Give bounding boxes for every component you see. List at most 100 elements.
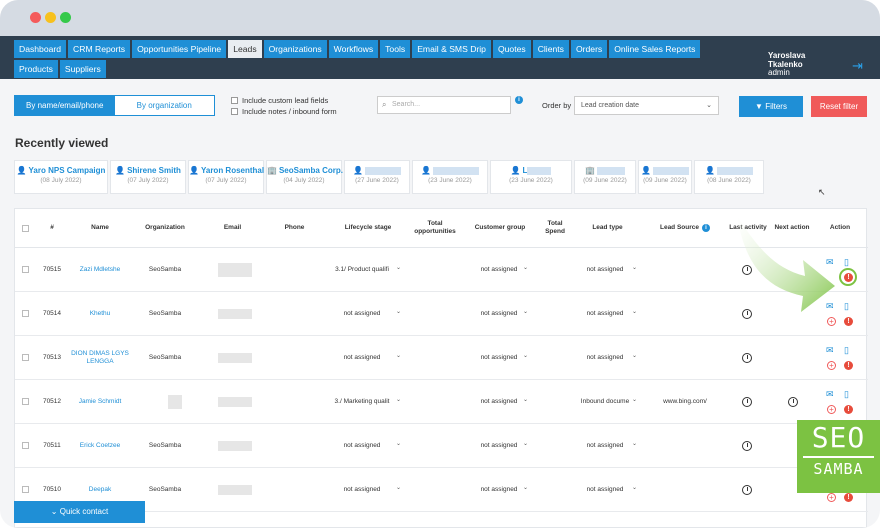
lead-customer-group-select[interactable]: not assigned — [470, 424, 528, 467]
alert-icon[interactable]: ! — [844, 317, 853, 326]
include-custom-fields-checkbox[interactable]: Include custom lead fields — [231, 96, 328, 105]
phone-icon[interactable]: ▯ — [844, 301, 849, 311]
header-lifecycle[interactable]: Lifecycle stage — [333, 209, 403, 247]
phone-icon[interactable]: ▯ — [844, 389, 849, 399]
nav-item-suppliers[interactable]: Suppliers — [59, 60, 106, 78]
recently-viewed-card[interactable]: 👤 Yaro NPS Campaign (08 July 2022) — [14, 160, 108, 194]
toggle-by-name[interactable]: By name/email/phone — [15, 96, 115, 115]
recently-viewed-card[interactable]: 👤 Shirene Smith (07 July 2022) — [110, 160, 186, 194]
header-total-opportunities[interactable]: Total opportunities — [410, 209, 460, 247]
nav-item-crm-reports[interactable]: CRM Reports — [68, 40, 131, 58]
nav-item-online-sales-reports[interactable]: Online Sales Reports — [609, 40, 701, 58]
nav-item-dashboard[interactable]: Dashboard — [14, 40, 67, 58]
recently-viewed-card[interactable]: 👤 (27 June 2022) — [344, 160, 410, 194]
clock-icon[interactable] — [742, 484, 752, 495]
lead-type-select[interactable]: not assigned — [580, 468, 630, 511]
header-total-spend[interactable]: Total Spend — [540, 209, 570, 247]
recently-viewed-name[interactable]: Yaro NPS Campaign — [29, 166, 106, 175]
header-email[interactable]: Email — [205, 209, 260, 247]
alert-icon[interactable]: ! — [844, 493, 853, 502]
clock-icon[interactable] — [742, 440, 752, 451]
clock-icon[interactable] — [742, 352, 752, 363]
lead-type-select[interactable]: not assigned — [580, 248, 630, 291]
phone-icon[interactable]: ▯ — [844, 345, 849, 355]
quick-contact-button[interactable]: ⌄ Quick contact — [14, 501, 145, 523]
header-name[interactable]: Name — [70, 209, 130, 247]
maximize-window-dot[interactable] — [60, 12, 71, 23]
row-checkbox[interactable] — [21, 442, 29, 449]
user-info[interactable]: Yaroslava Tkalenko admin — [768, 51, 805, 78]
row-checkbox[interactable] — [21, 398, 29, 405]
lead-customer-group-select[interactable]: not assigned — [470, 292, 528, 335]
recently-viewed-card[interactable]: 🏢 SeoSamba Corp. (04 July 2022) — [266, 160, 343, 194]
header-lead-type[interactable]: Lead type — [575, 209, 640, 247]
nav-item-products[interactable]: Products — [14, 60, 58, 78]
nav-item-tools[interactable]: Tools — [380, 40, 411, 58]
lead-lifecycle-select[interactable]: not assigned — [333, 424, 391, 467]
row-checkbox[interactable] — [21, 354, 29, 361]
header-phone[interactable]: Phone — [267, 209, 322, 247]
lead-name-link[interactable]: Jamie Schmidt — [70, 380, 130, 423]
header-select-all[interactable] — [15, 209, 35, 247]
recently-viewed-card[interactable]: 👤 Yaron Rosenthal (07 July 2022) — [188, 160, 264, 194]
nav-item-leads[interactable]: Leads — [228, 40, 262, 58]
lead-lifecycle-select[interactable]: not assigned — [333, 292, 391, 335]
logout-icon[interactable]: ⇥ — [852, 58, 863, 74]
include-notes-checkbox[interactable]: Include notes / inbound form — [231, 107, 337, 116]
lead-lifecycle-select[interactable]: not assigned — [333, 336, 391, 379]
row-checkbox[interactable] — [21, 266, 29, 273]
search-input[interactable]: ⌕ Search... — [377, 96, 511, 114]
lead-customer-group-select[interactable]: not assigned — [470, 248, 528, 291]
recently-viewed-card[interactable]: 👤 (23 June 2022) — [412, 160, 488, 194]
lead-name-link[interactable]: Khethu — [70, 292, 130, 335]
recently-viewed-card[interactable]: 👤 (09 June 2022) — [638, 160, 692, 194]
filters-button[interactable]: ▼ Filters — [739, 96, 803, 117]
lead-lifecycle-select[interactable]: 3./ Marketing qualit — [333, 380, 391, 423]
order-by-select[interactable]: Lead creation date ⌄ — [574, 96, 719, 115]
lead-customer-group-select[interactable]: not assigned — [470, 468, 528, 511]
add-opportunity-icon[interactable]: + — [827, 493, 836, 502]
header-organization[interactable]: Organization — [135, 209, 195, 247]
recently-viewed-name[interactable]: Shirene Smith — [127, 166, 181, 175]
nav-item-email-sms-drip[interactable]: Email & SMS Drip — [412, 40, 491, 58]
lead-type-select[interactable]: not assigned — [580, 424, 630, 467]
recently-viewed-card[interactable]: 👤 L (23 June 2022) — [490, 160, 572, 194]
info-icon[interactable]: i — [702, 224, 710, 232]
nav-item-clients[interactable]: Clients — [532, 40, 569, 58]
recently-viewed-card[interactable]: 👤 (08 June 2022) — [694, 160, 764, 194]
checkbox-box[interactable] — [231, 108, 238, 115]
lead-type-select[interactable]: not assigned — [580, 336, 630, 379]
lead-name-link[interactable]: Zazi Mdletshe — [70, 248, 130, 291]
lead-type-select[interactable]: Inbound docume — [580, 380, 630, 423]
reset-filter-button[interactable]: Reset filter — [811, 96, 867, 117]
nav-item-organizations[interactable]: Organizations — [263, 40, 327, 58]
lead-name-link[interactable]: DION DIMAS LGYS LENGGA — [70, 336, 130, 379]
lead-lifecycle-select[interactable]: not assigned — [333, 468, 391, 511]
row-checkbox[interactable] — [21, 486, 29, 493]
lead-customer-group-select[interactable]: not assigned — [470, 336, 528, 379]
lead-lifecycle-select[interactable]: 3.1/ Product qualifi — [333, 248, 391, 291]
email-icon[interactable]: ✉ — [826, 389, 834, 399]
minimize-window-dot[interactable] — [45, 12, 56, 23]
lead-type-select[interactable]: not assigned — [580, 292, 630, 335]
header-lead-source[interactable]: Lead Source i — [655, 209, 715, 247]
nav-item-orders[interactable]: Orders — [570, 40, 608, 58]
row-checkbox[interactable] — [21, 310, 29, 317]
select-all-checkbox[interactable] — [21, 224, 29, 232]
recently-viewed-name[interactable]: SeoSamba Corp. — [279, 166, 343, 175]
recently-viewed-card[interactable]: 🏢 (09 June 2022) — [574, 160, 636, 194]
add-opportunity-icon[interactable]: + — [827, 361, 836, 370]
close-window-dot[interactable] — [30, 12, 41, 23]
lead-name-link[interactable]: Erick Coetzee — [70, 424, 130, 467]
toggle-by-organization[interactable]: By organization — [114, 96, 214, 115]
phone-icon[interactable]: ▯ — [844, 257, 849, 267]
checkbox-box[interactable] — [231, 97, 238, 104]
nav-item-quotes[interactable]: Quotes — [492, 40, 531, 58]
nav-item-opportunities-pipeline[interactable]: Opportunities Pipeline — [132, 40, 227, 58]
alert-icon[interactable]: ! — [844, 361, 853, 370]
clock-icon[interactable] — [742, 396, 752, 407]
header-customer-group[interactable]: Customer group — [470, 209, 530, 247]
recently-viewed-name[interactable]: Yaron Rosenthal — [201, 166, 264, 175]
alert-icon[interactable]: ! — [844, 405, 853, 414]
add-opportunity-icon[interactable]: + — [827, 405, 836, 414]
